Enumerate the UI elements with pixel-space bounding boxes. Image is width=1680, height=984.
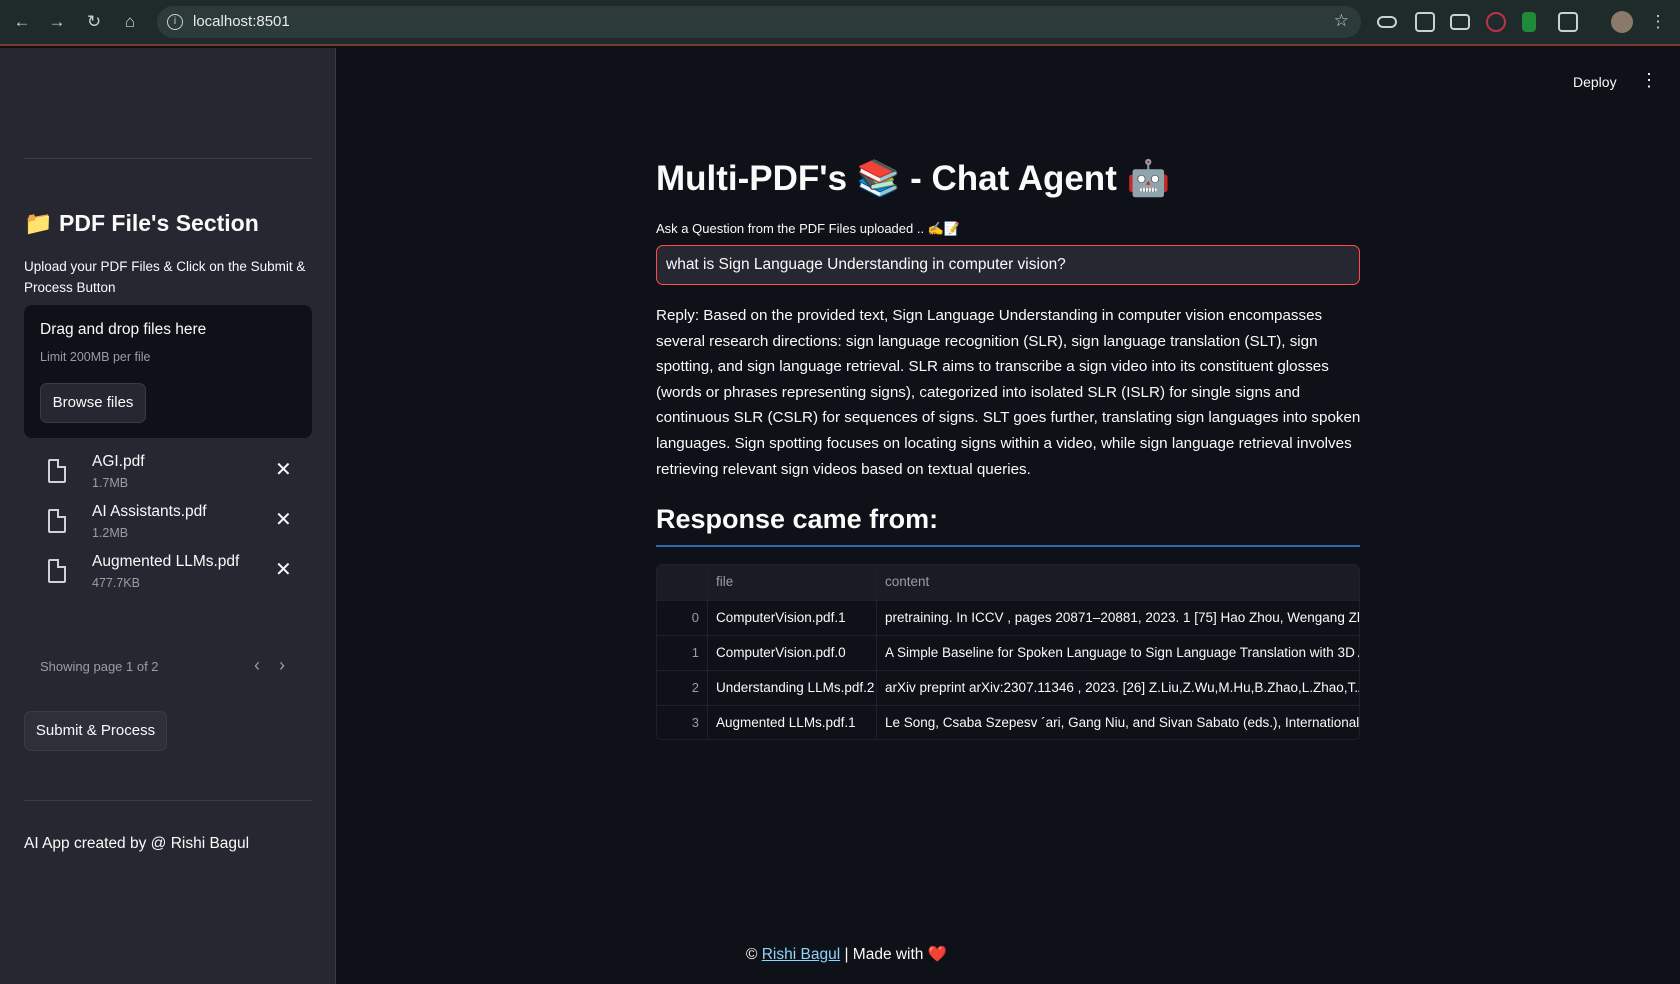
heading-divider (656, 545, 1360, 547)
cell-file[interactable]: Understanding LLMs.pdf.2 (708, 671, 877, 705)
table-row[interactable]: 1 ComputerVision.pdf.0 A Simple Baseline… (657, 635, 1359, 670)
pager-next-icon[interactable]: › (279, 655, 285, 676)
reload-icon[interactable]: ↻ (83, 11, 105, 33)
file-dropzone[interactable]: Drag and drop files here Limit 200MB per… (24, 305, 312, 438)
file-name: Augmented LLMs.pdf (92, 553, 240, 570)
question-label: Ask a Question from the PDF Files upload… (656, 221, 961, 236)
table-row[interactable]: 0 ComputerVision.pdf.1 pretraining. In I… (657, 600, 1359, 635)
menu-icon[interactable]: ⋮ (1647, 11, 1669, 33)
sidebar: 📁 PDF File's Section Upload your PDF Fil… (0, 48, 336, 984)
column-header-file[interactable]: file (708, 565, 877, 600)
reply-text: Reply: Based on the provided text, Sign … (656, 307, 1361, 478)
cell-file[interactable]: Augmented LLMs.pdf.1 (708, 706, 877, 739)
site-info-icon[interactable]: i (167, 14, 183, 30)
address-bar[interactable]: i localhost:8501 ☆ (157, 6, 1361, 38)
sidebar-divider (24, 158, 312, 159)
url-text[interactable]: localhost:8501 (193, 13, 290, 30)
bookmark-icon[interactable] (1522, 12, 1536, 32)
uploaded-file-item: Augmented LLMs.pdf 477.7KB ✕ (40, 553, 302, 599)
file-size: 1.2MB (92, 526, 129, 540)
column-header-content[interactable]: content (877, 565, 1359, 600)
app-credit: AI App created by @ Rishi Bagul (24, 835, 250, 852)
file-icon (48, 559, 66, 583)
cell-content[interactable]: Le Song, Csaba Szepesv ´ari, Gang Niu, a… (877, 706, 1359, 739)
table-row[interactable]: 3 Augmented LLMs.pdf.1 Le Song, Csaba Sz… (657, 705, 1359, 739)
sidebar-description: Upload your PDF Files & Click on the Sub… (24, 259, 306, 295)
file-size: 477.7KB (92, 576, 140, 590)
copyright-symbol: © (746, 946, 758, 963)
dropzone-title: Drag and drop files here (40, 321, 207, 338)
row-index: 1 (657, 636, 708, 670)
table-header: file content (657, 565, 1359, 600)
forward-icon[interactable]: → (46, 11, 68, 33)
avatar[interactable] (1611, 11, 1633, 33)
bookmark-star-icon[interactable]: ☆ (1334, 11, 1349, 31)
browse-files-button[interactable]: Browse files (40, 383, 146, 423)
glasses-icon[interactable] (1377, 16, 1397, 28)
record-icon[interactable] (1486, 12, 1506, 32)
puzzle-icon[interactable] (1558, 12, 1578, 32)
remove-file-icon[interactable]: ✕ (275, 457, 292, 482)
file-icon (48, 509, 66, 533)
cell-content[interactable]: pretraining. In ICCV , pages 20871–20881… (877, 601, 1359, 635)
file-icon (48, 459, 66, 483)
row-index: 2 (657, 671, 708, 705)
cell-file[interactable]: ComputerVision.pdf.0 (708, 636, 877, 670)
back-icon[interactable]: ← (11, 11, 33, 33)
deploy-button[interactable]: Deploy (1573, 74, 1617, 90)
heart-icon: ❤️ (927, 946, 948, 963)
row-index: 0 (657, 601, 708, 635)
page-title: Multi-PDF's 📚 - Chat Agent 🤖 (656, 159, 1171, 198)
browser-toolbar: ← → ↻ ⌂ i localhost:8501 ☆ ⋮ (0, 0, 1680, 46)
source-table[interactable]: file content 0 ComputerVision.pdf.1 pret… (656, 564, 1360, 740)
remove-file-icon[interactable]: ✕ (275, 507, 292, 532)
made-with-text: | Made with (844, 946, 924, 963)
file-name: AI Assistants.pdf (92, 503, 207, 520)
cell-content[interactable]: arXiv preprint arXiv:2307.11346 , 2023. … (877, 671, 1359, 705)
notion-icon[interactable] (1415, 12, 1435, 32)
page-footer: © Rishi Bagul | Made with ❤️ (746, 945, 947, 964)
pager-text: Showing page 1 of 2 (40, 659, 159, 674)
main-menu-icon[interactable]: ⋮ (1640, 70, 1658, 91)
column-header-index[interactable] (657, 565, 708, 600)
pip-icon[interactable] (1450, 14, 1470, 30)
home-icon[interactable]: ⌂ (119, 11, 141, 33)
submit-process-button[interactable]: Submit & Process (24, 711, 167, 751)
sidebar-title: 📁 PDF File's Section (24, 210, 259, 236)
pager-prev-icon[interactable]: ‹ (254, 655, 260, 676)
question-input[interactable] (656, 245, 1360, 285)
author-link[interactable]: Rishi Bagul (762, 946, 840, 963)
cell-content[interactable]: A Simple Baseline for Spoken Language to… (877, 636, 1359, 670)
remove-file-icon[interactable]: ✕ (275, 557, 292, 582)
file-size: 1.7MB (92, 476, 129, 490)
dropzone-limit: Limit 200MB per file (40, 350, 151, 364)
response-heading: Response came from: (656, 504, 939, 534)
file-name: AGI.pdf (92, 453, 145, 470)
sidebar-divider (24, 800, 312, 801)
cell-file[interactable]: ComputerVision.pdf.1 (708, 601, 877, 635)
uploaded-file-item: AGI.pdf 1.7MB ✕ (40, 453, 302, 499)
uploaded-file-item: AI Assistants.pdf 1.2MB ✕ (40, 503, 302, 549)
table-row[interactable]: 2 Understanding LLMs.pdf.2 arXiv preprin… (657, 670, 1359, 705)
row-index: 3 (657, 706, 708, 739)
